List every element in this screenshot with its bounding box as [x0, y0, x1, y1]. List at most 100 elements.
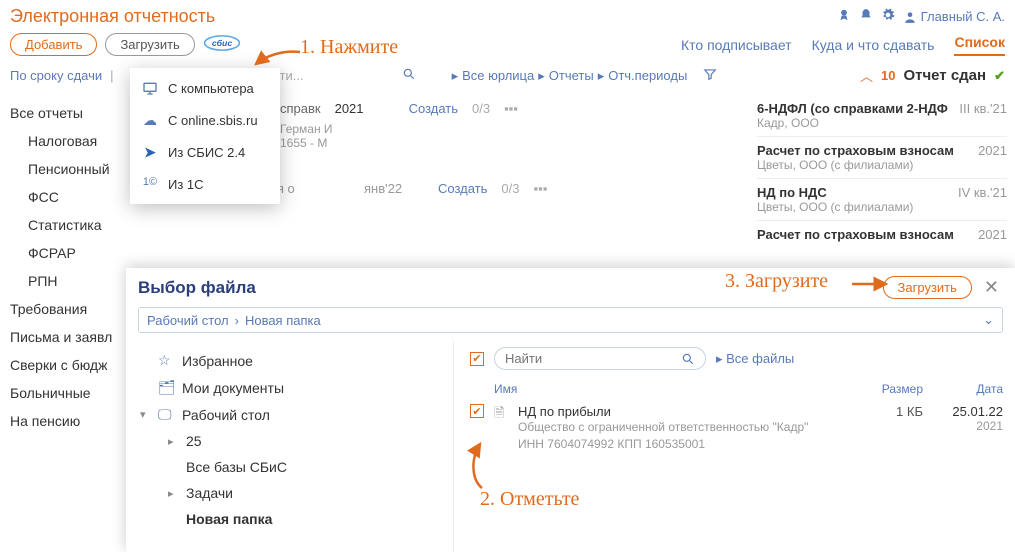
- onec-icon: 1©: [142, 176, 158, 192]
- cloud-icon: ☁: [142, 112, 158, 128]
- file-search[interactable]: [494, 347, 706, 370]
- rp-org: Кадр, ООО: [757, 116, 1007, 130]
- rp-period: 2021: [978, 227, 1007, 242]
- award-icon[interactable]: [837, 8, 851, 25]
- desktop-icon: 🖵: [158, 406, 174, 423]
- crumb-root[interactable]: Рабочий стол: [147, 313, 229, 328]
- sidebar-item-fsrar[interactable]: ФСРАР: [10, 239, 150, 267]
- sidebar-item-fss[interactable]: ФСС: [10, 183, 150, 211]
- tree-mydocs[interactable]: 🗂 Мои документы: [140, 374, 453, 401]
- sidebar-item-stat[interactable]: Статистика: [10, 211, 150, 239]
- rp-item[interactable]: НД по НДСIV кв.'21 Цветы, ООО (с филиала…: [757, 178, 1007, 220]
- tab-who-signs[interactable]: Кто подписывает: [681, 37, 792, 53]
- search-icon[interactable]: [681, 352, 695, 366]
- rp-item[interactable]: Расчет по страховым взносам 2021 Цветы, О…: [757, 136, 1007, 178]
- tree-label: Новая папка: [186, 511, 272, 527]
- search-icon[interactable]: [402, 67, 416, 84]
- rp-period: IV кв.'21: [958, 185, 1007, 200]
- tab-list[interactable]: Список: [954, 34, 1005, 56]
- rp-period: III кв.'21: [959, 101, 1007, 116]
- bell-icon[interactable]: [859, 8, 873, 25]
- sbis-logo-icon: сбис: [203, 34, 241, 55]
- search-fragment: ти...: [280, 68, 304, 83]
- tree-label: 25: [186, 433, 202, 449]
- gear-icon[interactable]: [881, 8, 895, 25]
- user-menu[interactable]: Главный С. А.: [903, 9, 1005, 24]
- filter-icon[interactable]: [703, 67, 717, 84]
- sort-by-due[interactable]: По сроку сдачи: [10, 68, 102, 83]
- sbis-icon: ➤: [142, 144, 158, 160]
- rp-org: Цветы, ООО (с филиалами): [757, 158, 1007, 172]
- rp-title: Расчет по страховым взносам: [757, 143, 954, 158]
- add-button[interactable]: Добавить: [10, 33, 97, 56]
- report-year: янв'22: [364, 181, 424, 196]
- file-search-input[interactable]: [505, 351, 681, 366]
- rp-item[interactable]: Расчет по страховым взносам2021: [757, 220, 1007, 248]
- upload-from-computer-label: С компьютера: [168, 81, 254, 96]
- upload-button[interactable]: Загрузить: [105, 33, 194, 56]
- col-date[interactable]: Дата: [933, 382, 1003, 396]
- chevron-up-icon[interactable]: ︿: [860, 66, 873, 85]
- report-name: справк: [280, 101, 321, 116]
- file-inn: ИНН 7604074992 КПП 160535001: [518, 436, 853, 453]
- file-row[interactable]: ✔ 🗎 НД по прибыли Общество с ограниченно…: [470, 402, 1003, 455]
- all-files-link[interactable]: ▸ Все файлы: [716, 351, 794, 367]
- upload-menu: С компьютера ☁ С online.sbis.ru ➤ Из СБИ…: [130, 68, 280, 204]
- create-link[interactable]: Создать: [438, 181, 487, 196]
- file-dialog: Выбор файла Загрузить ✕ Рабочий стол › Н…: [126, 268, 1015, 552]
- sidebar-item-pension[interactable]: Пенсионный: [10, 155, 150, 183]
- rp-org: Цветы, ООО (с филиалами): [757, 200, 1007, 214]
- file-breadcrumb[interactable]: Рабочий стол › Новая папка ⌄: [138, 307, 1003, 333]
- sidebar-item-tax[interactable]: Налоговая: [10, 127, 150, 155]
- sidebar-all-reports[interactable]: Все отчеты: [10, 99, 150, 127]
- rp-period: 2021: [978, 143, 1007, 158]
- tree-favorites[interactable]: ☆ Избранное: [140, 347, 453, 374]
- check-icon: ✔: [994, 68, 1005, 84]
- breadcrumb[interactable]: ▸Все юрлица ▸Отчеты ▸Отч.периоды: [452, 68, 688, 84]
- crumb-folder[interactable]: Новая папка: [245, 313, 321, 328]
- tree-label: Задачи: [186, 485, 233, 501]
- folder-icon: 🗂: [158, 379, 174, 396]
- upload-from-1c[interactable]: 1© Из 1С: [130, 168, 280, 200]
- upload-from-sbis24[interactable]: ➤ Из СБИС 2.4: [130, 136, 280, 168]
- file-org: Общество с ограниченной ответственностью…: [518, 419, 853, 436]
- progress: 0/3: [501, 181, 519, 196]
- upload-from-online-label: С online.sbis.ru: [168, 113, 258, 128]
- svg-text:сбис: сбис: [212, 38, 233, 48]
- progress-dots-icon: ▪▪▪: [504, 101, 518, 116]
- report-year: 2021: [335, 101, 395, 116]
- rp-title: 6-НДФЛ (со справками 2-НДФ: [757, 101, 948, 116]
- file-year: 2021: [933, 419, 1003, 433]
- progress: 0/3: [472, 101, 490, 116]
- file-dialog-title: Выбор файла: [138, 278, 256, 298]
- upload-from-computer[interactable]: С компьютера: [130, 72, 280, 104]
- tree-alldb[interactable]: Все базы СБиС: [140, 454, 453, 480]
- star-icon: ☆: [158, 352, 174, 369]
- tree-25[interactable]: ▸ 25: [140, 428, 453, 454]
- file-name: НД по прибыли: [518, 404, 853, 419]
- progress-dots-icon: ▪▪▪: [533, 181, 547, 196]
- tab-where-submit[interactable]: Куда и что сдавать: [812, 37, 935, 53]
- upload-from-online[interactable]: ☁ С online.sbis.ru: [130, 104, 280, 136]
- file-size: 1 КБ: [863, 404, 923, 419]
- create-link[interactable]: Создать: [409, 101, 458, 116]
- close-icon[interactable]: ✕: [980, 277, 1003, 298]
- file-checkbox[interactable]: ✔: [470, 404, 484, 418]
- document-icon: 🗎: [494, 404, 508, 426]
- tree-newfolder[interactable]: Новая папка: [140, 506, 453, 532]
- col-size[interactable]: Размер: [863, 382, 923, 396]
- tree-label: Все базы СБиС: [186, 459, 287, 475]
- chevron-down-icon[interactable]: ⌄: [983, 312, 994, 328]
- file-upload-button[interactable]: Загрузить: [883, 276, 972, 299]
- status-label: Отчет сдан: [903, 67, 986, 84]
- file-date: 25.01.22: [933, 404, 1003, 419]
- file-tree: ☆ Избранное 🗂 Мои документы ▾🖵 Рабочий с…: [126, 341, 454, 552]
- upload-from-1c-label: Из 1С: [168, 177, 204, 192]
- tree-tasks[interactable]: ▸ Задачи: [140, 480, 453, 506]
- rp-item[interactable]: 6-НДФЛ (со справками 2-НДФ III кв.'21 Кад…: [757, 95, 1007, 136]
- user-name: Главный С. А.: [921, 9, 1005, 24]
- select-all-checkbox[interactable]: ✔: [470, 352, 484, 366]
- status-count: 10: [881, 68, 895, 83]
- tree-desktop[interactable]: ▾🖵 Рабочий стол: [140, 401, 453, 428]
- col-name[interactable]: Имя: [494, 382, 853, 396]
